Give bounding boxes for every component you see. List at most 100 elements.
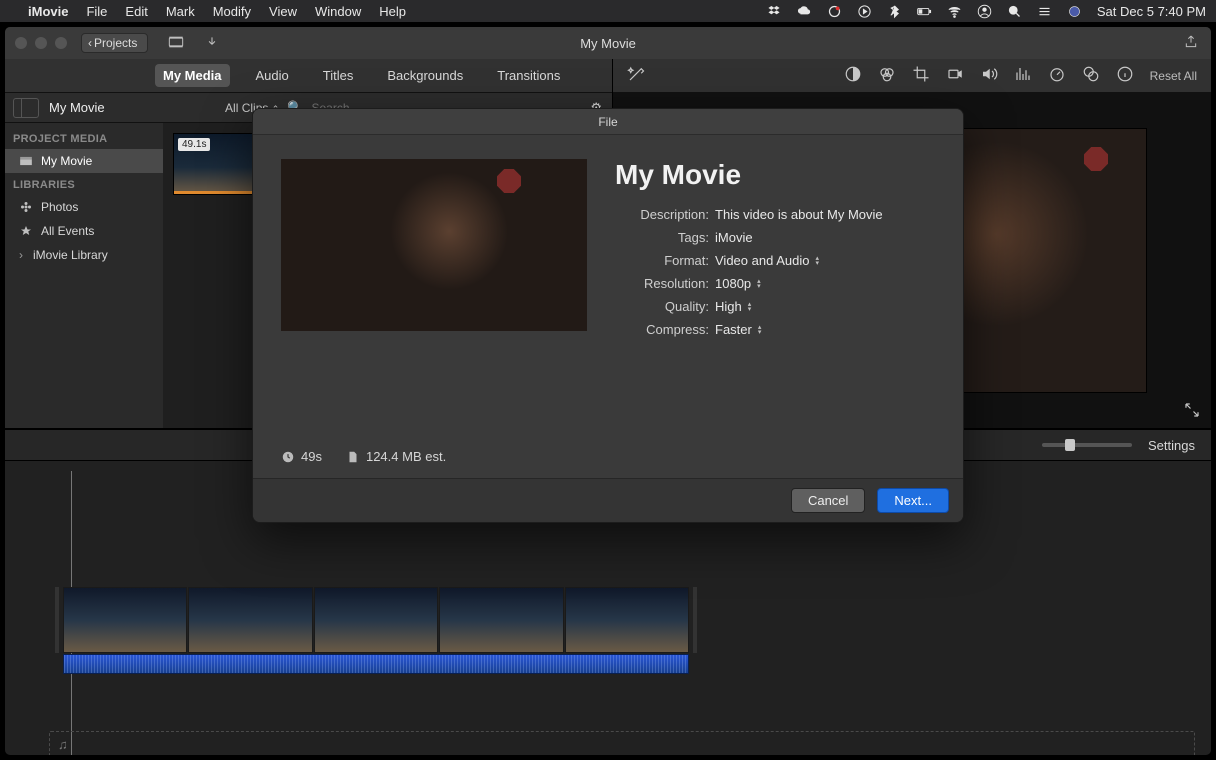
sidebar-item-photos[interactable]: Photos (5, 195, 163, 219)
crop-icon[interactable] (912, 65, 930, 86)
color-balance-icon[interactable] (844, 65, 862, 86)
export-metadata: 49s 124.4 MB est. (253, 445, 963, 478)
sidebar-item-label: My Movie (41, 154, 92, 168)
sidebar-item-label: iMovie Library (33, 248, 108, 262)
macos-menubar: iMovie File Edit Mark Modify View Window… (0, 0, 1216, 22)
format-select[interactable]: Video and Audio▴▾ (709, 253, 819, 268)
reset-all-button[interactable]: Reset All (1150, 69, 1197, 83)
user-icon[interactable] (977, 4, 993, 19)
chevron-updown-icon: ▴▾ (758, 325, 762, 335)
info-icon[interactable] (1116, 65, 1134, 86)
sidebar-header-project: PROJECT MEDIA (5, 127, 163, 149)
tab-transitions[interactable]: Transitions (489, 64, 568, 87)
resolution-select[interactable]: 1080p▴▾ (709, 276, 761, 291)
chevron-updown-icon: ▴▾ (757, 279, 761, 289)
tags-field[interactable]: iMovie (709, 230, 753, 245)
color-correction-icon[interactable] (878, 65, 896, 86)
compress-select[interactable]: Faster▴▾ (709, 322, 761, 337)
tab-titles[interactable]: Titles (315, 64, 362, 87)
app-name[interactable]: iMovie (28, 4, 68, 19)
stabilization-icon[interactable] (946, 65, 964, 86)
description-label: Description: (615, 207, 709, 222)
share-button[interactable] (1183, 33, 1199, 54)
star-icon (19, 225, 33, 237)
menu-view[interactable]: View (269, 4, 297, 19)
tab-my-media[interactable]: My Media (155, 64, 230, 87)
menu-edit[interactable]: Edit (125, 4, 147, 19)
clip-edge-left[interactable] (55, 587, 59, 653)
clip-edge-right[interactable] (693, 587, 697, 653)
quality-label: Quality: (615, 299, 709, 314)
filters-icon[interactable] (1082, 65, 1100, 86)
export-form: My Movie Description: This video is abou… (615, 159, 935, 431)
dialog-title: File (253, 109, 963, 135)
filmstrip (63, 587, 689, 653)
music-note-icon: ♫ (58, 737, 68, 752)
description-field[interactable]: This video is about My Movie (709, 207, 883, 222)
sidebar-item-imovie-library[interactable]: › iMovie Library (5, 243, 163, 267)
cloud-icon[interactable] (797, 4, 813, 19)
timeline-settings-button[interactable]: Settings (1148, 438, 1195, 453)
viewer-toolbar: Reset All (613, 59, 1211, 93)
dropbox-icon[interactable] (767, 4, 783, 19)
audio-waveform[interactable] (63, 654, 689, 674)
fullscreen-icon[interactable] (1183, 401, 1201, 422)
export-preview-thumbnail (281, 159, 587, 331)
volume-icon[interactable] (980, 65, 998, 86)
tab-audio[interactable]: Audio (248, 64, 297, 87)
tab-backgrounds[interactable]: Backgrounds (379, 64, 471, 87)
quality-select[interactable]: High▴▾ (709, 299, 751, 314)
battery-icon[interactable] (917, 4, 933, 19)
toggle-sidebar-button[interactable] (13, 98, 39, 118)
file-icon (346, 450, 360, 464)
equalizer-icon[interactable] (1014, 65, 1032, 86)
sidebar-item-label: Photos (41, 200, 78, 214)
traffic-lights[interactable] (15, 37, 67, 49)
browser-project-name: My Movie (49, 100, 105, 115)
chevron-left-icon: ‹ (88, 36, 92, 50)
video-track-clip[interactable] (63, 587, 689, 675)
control-center-icon[interactable] (1037, 4, 1053, 19)
export-duration: 49s (301, 449, 322, 464)
compress-label: Compress: (615, 322, 709, 337)
sidebar-item-my-movie[interactable]: My Movie (5, 149, 163, 173)
export-file-dialog: File My Movie Description: This video is… (252, 108, 964, 523)
menubar-clock[interactable]: Sat Dec 5 7:40 PM (1097, 4, 1206, 19)
window-title: My Movie (580, 36, 636, 51)
stop-sign-graphic (1084, 147, 1108, 171)
record-status-icon[interactable] (827, 4, 843, 19)
spotlight-icon[interactable] (1007, 4, 1023, 19)
format-label: Format: (615, 253, 709, 268)
photos-icon (19, 201, 33, 213)
menu-modify[interactable]: Modify (213, 4, 251, 19)
dialog-footer: Cancel Next... (253, 478, 963, 522)
clip-duration-badge: 49.1s (178, 138, 210, 151)
resolution-label: Resolution: (615, 276, 709, 291)
sidebar-item-all-events[interactable]: All Events (5, 219, 163, 243)
download-icon[interactable] (204, 35, 220, 52)
back-label: Projects (94, 36, 137, 50)
import-media-icon[interactable] (168, 35, 184, 52)
sidebar-item-label: All Events (41, 224, 94, 238)
zoom-slider[interactable] (1042, 443, 1132, 447)
chevron-updown-icon: ▴▾ (815, 256, 819, 266)
cancel-button[interactable]: Cancel (791, 488, 865, 513)
sidebar-header-libraries: LIBRARIES (5, 173, 163, 195)
menu-help[interactable]: Help (379, 4, 406, 19)
menu-window[interactable]: Window (315, 4, 361, 19)
play-circle-icon[interactable] (857, 4, 873, 19)
enhance-wand-icon[interactable] (627, 65, 645, 86)
menu-file[interactable]: File (86, 4, 107, 19)
disclosure-icon: › (19, 248, 25, 262)
back-to-projects-button[interactable]: ‹ Projects (81, 33, 148, 53)
siri-icon[interactable] (1067, 4, 1083, 19)
bluetooth-icon[interactable] (887, 4, 903, 19)
speed-icon[interactable] (1048, 65, 1066, 86)
library-sidebar: PROJECT MEDIA My Movie LIBRARIES Photos … (5, 123, 163, 428)
wifi-icon[interactable] (947, 4, 963, 19)
next-button[interactable]: Next... (877, 488, 949, 513)
music-track[interactable]: ♫ (49, 731, 1195, 756)
menu-mark[interactable]: Mark (166, 4, 195, 19)
stop-sign-graphic (497, 169, 521, 193)
clock-icon (281, 450, 295, 464)
